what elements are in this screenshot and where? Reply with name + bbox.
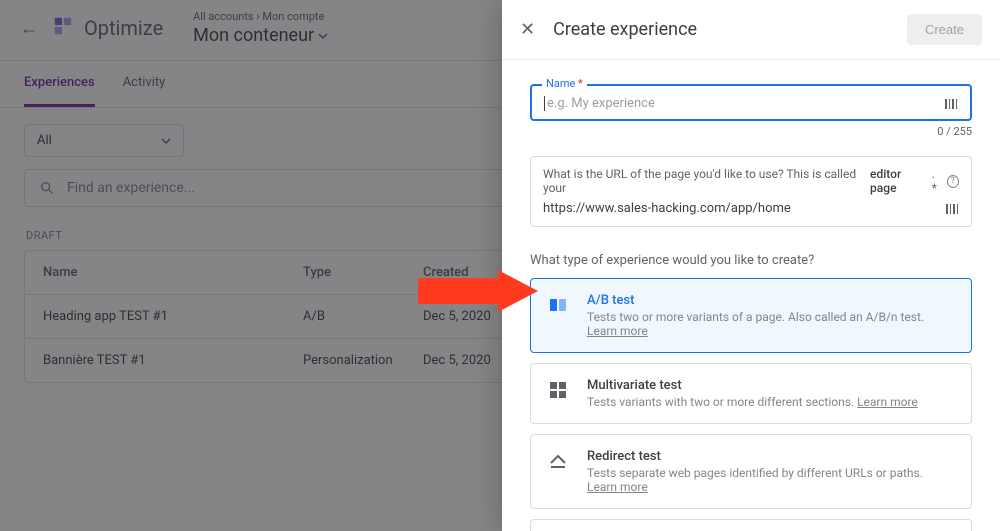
type-desc: Tests two or more variants of a page. Al… <box>587 310 955 338</box>
type-card-ab-test[interactable]: A/B test Tests two or more variants of a… <box>530 278 972 353</box>
type-card-multivariate[interactable]: Multivariate test Tests variants with tw… <box>530 363 972 424</box>
panel-title: Create experience <box>553 19 889 40</box>
help-icon[interactable]: ? <box>947 175 959 188</box>
type-desc: Tests variants with two or more differen… <box>587 395 955 409</box>
type-question: What type of experience would you like t… <box>530 253 972 268</box>
barcode-icon <box>945 202 959 216</box>
learn-more-link[interactable]: Learn more <box>587 480 648 494</box>
name-field-label: Name * <box>542 77 587 90</box>
url-value: https://www.sales-hacking.com/app/home <box>543 201 791 216</box>
redirect-icon <box>547 451 569 471</box>
name-placeholder: e.g. My experience <box>544 96 655 111</box>
url-field[interactable]: What is the URL of the page you'd like t… <box>530 156 972 227</box>
type-card-redirect[interactable]: Redirect test Tests separate web pages i… <box>530 434 972 509</box>
barcode-icon <box>944 97 958 111</box>
close-icon[interactable]: ✕ <box>520 19 535 40</box>
type-title: Multivariate test <box>587 378 955 393</box>
type-card-personalization[interactable]: Personalization Personalize your page fo… <box>530 519 972 531</box>
learn-more-link[interactable]: Learn more <box>587 324 648 338</box>
type-title: Redirect test <box>587 449 955 464</box>
multivariate-icon <box>547 380 569 400</box>
url-field-label: What is the URL of the page you'd like t… <box>543 167 959 195</box>
name-field[interactable]: Name * e.g. My experience <box>530 84 972 121</box>
create-button[interactable]: Create <box>907 14 982 45</box>
panel-header: ✕ Create experience Create <box>502 0 1000 60</box>
panel-body: Name * e.g. My experience 0 / 255 What i… <box>502 60 1000 531</box>
char-count: 0 / 255 <box>530 125 972 138</box>
ab-test-icon <box>547 295 569 315</box>
type-desc: Tests separate web pages identified by d… <box>587 466 955 494</box>
create-experience-panel: ✕ Create experience Create Name * e.g. M… <box>502 0 1000 531</box>
type-title: A/B test <box>587 293 955 308</box>
learn-more-link[interactable]: Learn more <box>857 395 918 409</box>
